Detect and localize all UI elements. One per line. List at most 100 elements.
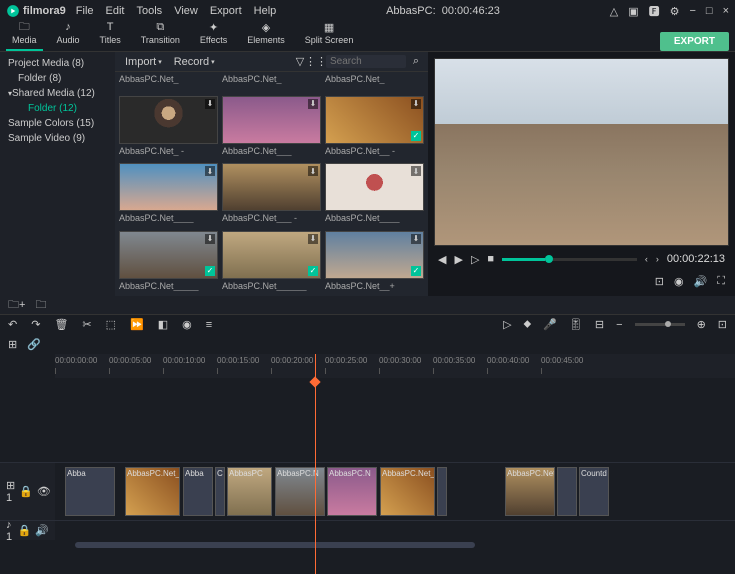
- timeline-clip[interactable]: AbbasPC.Net_: [125, 467, 180, 516]
- media-thumb[interactable]: ⬇✓AbbasPC.Net______: [222, 231, 321, 293]
- download-icon[interactable]: ⬇: [205, 234, 215, 244]
- undo-icon[interactable]: ↶: [8, 318, 17, 331]
- audio-track-head[interactable]: ♪ 1 🔒 🔊: [0, 521, 55, 540]
- mark-out-icon[interactable]: ›: [656, 254, 659, 264]
- media-thumb[interactable]: ⬇AbbasPC.Net____: [325, 163, 424, 225]
- download-icon[interactable]: ⬇: [205, 166, 215, 176]
- media-thumb[interactable]: AbbasPC.Net_: [119, 76, 218, 90]
- notify-icon[interactable]: △: [610, 5, 618, 18]
- timeline[interactable]: 00:00:00:0000:00:05:0000:00:10:0000:00:1…: [0, 354, 735, 574]
- tree-item[interactable]: Sample Colors (15): [0, 116, 115, 131]
- playhead[interactable]: [315, 354, 316, 574]
- lock-icon[interactable]: 🔒: [18, 524, 32, 537]
- marker-icon[interactable]: ⬥: [524, 318, 532, 331]
- tree-item[interactable]: Sample Video (9): [0, 131, 115, 146]
- stop-button[interactable]: ■: [487, 253, 494, 265]
- feedback-icon[interactable]: 🅵: [649, 3, 660, 19]
- preview-viewport[interactable]: [434, 58, 729, 246]
- export-button[interactable]: EXPORT: [660, 32, 729, 51]
- media-thumb[interactable]: ⬇AbbasPC.Net___: [222, 96, 321, 158]
- crop-icon[interactable]: ⬚: [106, 318, 116, 331]
- color-icon[interactable]: ◧: [158, 318, 168, 331]
- link-icon[interactable]: 🔗: [27, 338, 41, 351]
- video-track[interactable]: AbbaAbbasPC.Net_AbbaCAbbasPCAbbasPC.NAbb…: [55, 463, 735, 520]
- tree-item[interactable]: Folder (12): [0, 101, 115, 116]
- timeline-clip[interactable]: [437, 467, 447, 516]
- fullscreen-icon[interactable]: ⛶: [717, 275, 725, 288]
- adjust-icon[interactable]: ≡: [206, 319, 212, 331]
- settings-icon[interactable]: ⚙: [670, 5, 680, 18]
- minimize-button[interactable]: −: [689, 5, 695, 17]
- volume-icon[interactable]: 🔊: [694, 275, 708, 288]
- tree-item[interactable]: Project Media (8): [0, 56, 115, 71]
- search-icon[interactable]: ⌕: [410, 56, 422, 68]
- download-icon[interactable]: ⬇: [308, 234, 318, 244]
- download-icon[interactable]: ⬇: [308, 166, 318, 176]
- download-icon[interactable]: ⬇: [411, 99, 421, 109]
- speed-icon[interactable]: ⏩: [130, 318, 144, 331]
- timeline-ruler[interactable]: 00:00:00:0000:00:05:0000:00:10:0000:00:1…: [55, 354, 735, 378]
- menu-export[interactable]: Export: [210, 5, 242, 17]
- audio-track[interactable]: [55, 521, 735, 540]
- manage-tracks-icon[interactable]: ⊞: [8, 338, 17, 351]
- tree-item[interactable]: Folder (8): [0, 71, 115, 86]
- mute-icon[interactable]: 🔊: [35, 524, 49, 537]
- delete-icon[interactable]: 🗑: [54, 318, 68, 331]
- tab-transition[interactable]: ⧉Transition: [135, 18, 186, 51]
- media-thumb[interactable]: ⬇AbbasPC.Net___ -: [222, 163, 321, 225]
- mark-in-icon[interactable]: ‹: [645, 254, 648, 264]
- menu-edit[interactable]: Edit: [106, 5, 125, 17]
- tab-titles[interactable]: TTitles: [94, 18, 127, 51]
- sort-icon[interactable]: ⋮⋮: [310, 56, 322, 68]
- tab-splitscreen[interactable]: ▦Split Screen: [299, 18, 360, 51]
- media-thumb[interactable]: ⬇AbbasPC.Net____: [119, 163, 218, 225]
- snapshot-icon[interactable]: ⊡: [655, 275, 664, 288]
- split-icon[interactable]: ✂: [82, 318, 91, 331]
- greenscreen-icon[interactable]: ◉: [182, 318, 192, 331]
- new-folder-icon[interactable]: 🗀+: [8, 296, 25, 315]
- import-button[interactable]: Import▾: [121, 56, 166, 68]
- mixer-icon[interactable]: 🎚: [569, 318, 583, 331]
- timeline-clip[interactable]: AbbasPC.N: [275, 467, 325, 516]
- media-thumb[interactable]: ⬇✓AbbasPC.Net__ -: [325, 96, 424, 158]
- media-thumb[interactable]: ⬇✓AbbasPC.Net_____: [119, 231, 218, 293]
- timeline-clip[interactable]: AbbasPC.Net_: [380, 467, 435, 516]
- menu-file[interactable]: File: [76, 5, 94, 17]
- timeline-clip[interactable]: Abba: [183, 467, 213, 516]
- video-track-head[interactable]: ⊞ 1 🔒 👁: [0, 463, 55, 520]
- quality-icon[interactable]: ◉: [674, 275, 684, 288]
- zoom-in-icon[interactable]: ⊕: [697, 318, 706, 331]
- prev-button[interactable]: ◀: [438, 253, 446, 266]
- account-icon[interactable]: ▣: [628, 5, 638, 18]
- tab-elements[interactable]: ◈Elements: [241, 18, 291, 51]
- media-thumb[interactable]: ⬇✓AbbasPC.Net__+: [325, 231, 424, 293]
- progress-bar[interactable]: [502, 258, 637, 261]
- menu-help[interactable]: Help: [254, 5, 277, 17]
- tree-item[interactable]: Shared Media (12): [0, 86, 115, 101]
- snap-icon[interactable]: ⊟: [595, 318, 604, 331]
- media-thumb[interactable]: ⬇AbbasPC.Net_ -: [119, 96, 218, 158]
- play-button[interactable]: ▶: [454, 253, 462, 266]
- download-icon[interactable]: ⬇: [411, 234, 421, 244]
- zoom-slider[interactable]: [635, 323, 685, 326]
- timeline-clip[interactable]: Abba: [65, 467, 115, 516]
- eye-icon[interactable]: 👁: [37, 485, 51, 498]
- redo-icon[interactable]: ↷: [31, 318, 40, 331]
- search-input[interactable]: [326, 55, 406, 68]
- close-button[interactable]: ×: [723, 5, 729, 17]
- timeline-clip[interactable]: Countd: [579, 467, 609, 516]
- timeline-clip[interactable]: AbbasPC.N: [327, 467, 377, 516]
- download-icon[interactable]: ⬇: [411, 166, 421, 176]
- folder-icon[interactable]: 🗀: [35, 296, 46, 315]
- download-icon[interactable]: ⬇: [308, 99, 318, 109]
- timeline-clip[interactable]: AbbasPC.Net_: [505, 467, 555, 516]
- render-icon[interactable]: ▷: [503, 318, 511, 331]
- timeline-clip[interactable]: C: [215, 467, 225, 516]
- mic-icon[interactable]: 🎤: [543, 318, 557, 331]
- download-icon[interactable]: ⬇: [205, 99, 215, 109]
- tab-media[interactable]: 🗀Media: [6, 18, 43, 51]
- media-thumb[interactable]: AbbasPC.Net_: [222, 76, 321, 90]
- timeline-scrollbar[interactable]: [55, 540, 735, 550]
- menu-view[interactable]: View: [174, 5, 198, 17]
- zoom-out-icon[interactable]: −: [616, 319, 622, 331]
